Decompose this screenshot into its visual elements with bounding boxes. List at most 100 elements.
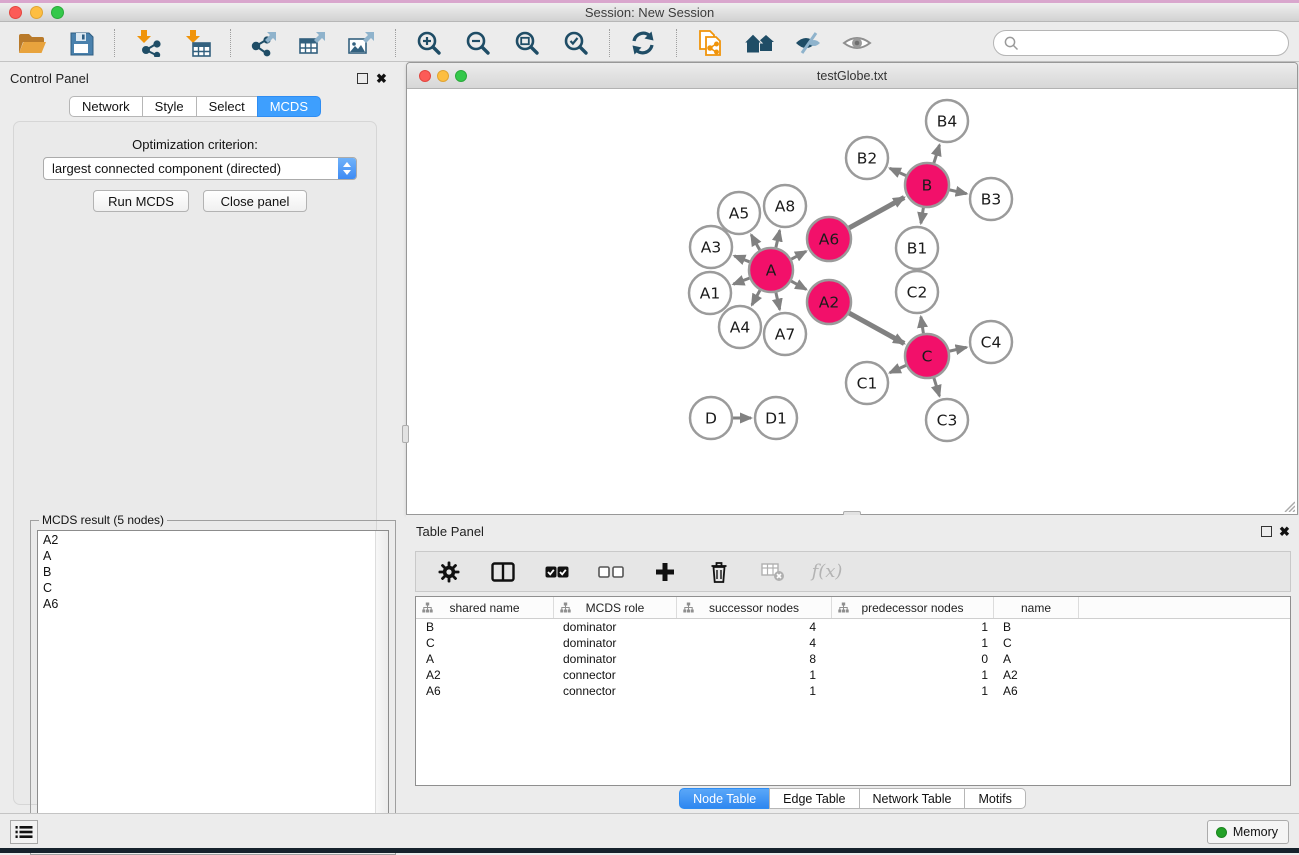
mcds-result-item[interactable]: A2 — [43, 532, 388, 548]
graph-edge-A2-C[interactable] — [849, 313, 904, 343]
column-header-predecessor-nodes[interactable]: predecessor nodes — [831, 597, 993, 618]
function-builder-button[interactable]: f(x) — [812, 557, 842, 587]
table-cell[interactable]: A — [416, 651, 553, 667]
mcds-result-item[interactable]: A — [43, 548, 388, 564]
table-cell[interactable]: 4 — [676, 619, 831, 635]
zoom-selected-button[interactable] — [556, 27, 596, 59]
column-header-MCDS-role[interactable]: MCDS role — [553, 597, 676, 618]
graph-edge-A-A7[interactable] — [776, 293, 780, 310]
tab-mcds[interactable]: MCDS — [257, 96, 321, 117]
graph-edge-C-C3[interactable] — [934, 378, 940, 396]
zoom-out-button[interactable] — [458, 27, 498, 59]
graph-edge-C-C2[interactable] — [921, 317, 924, 334]
import-network-button[interactable] — [128, 27, 168, 59]
table-cell[interactable]: B — [993, 619, 1078, 635]
column-header-name[interactable]: name — [993, 597, 1078, 618]
graph-edge-A-A8[interactable] — [776, 230, 780, 247]
zoom-in-button[interactable] — [409, 27, 449, 59]
optimization-criterion-select[interactable]: largest connected component (directed) — [43, 157, 357, 180]
table-cell[interactable]: dominator — [553, 619, 676, 635]
export-table-button[interactable] — [293, 27, 333, 59]
table-cell[interactable]: dominator — [553, 635, 676, 651]
graph-edge-B-B3[interactable] — [950, 190, 967, 194]
mcds-result-item[interactable]: B — [43, 564, 388, 580]
refresh-view-button[interactable] — [623, 27, 663, 59]
table-cell[interactable]: 1 — [831, 683, 993, 699]
graph-edge-C-C1[interactable] — [890, 365, 906, 372]
duplicate-network-button[interactable] — [690, 27, 730, 59]
table-settings-button[interactable] — [434, 557, 464, 587]
graph-edge-A-A5[interactable] — [751, 235, 760, 250]
graph-edge-B-B1[interactable] — [921, 208, 924, 224]
table-cell[interactable]: 0 — [831, 651, 993, 667]
table-cell[interactable]: A — [993, 651, 1078, 667]
add-column-button[interactable] — [650, 557, 680, 587]
table-cell[interactable]: connector — [553, 667, 676, 683]
close-panel-button[interactable]: Close panel — [203, 190, 307, 212]
tab-select[interactable]: Select — [196, 96, 258, 117]
table-cell[interactable]: C — [416, 635, 553, 651]
graph-edge-A-A1[interactable] — [733, 278, 749, 284]
hide-graphics-button[interactable] — [837, 27, 877, 59]
graph-edge-A-A6[interactable] — [791, 251, 806, 259]
table-cell[interactable]: C — [993, 635, 1078, 651]
delete-table-button[interactable] — [758, 557, 788, 587]
table-cell[interactable]: 8 — [676, 651, 831, 667]
zoom-fit-button[interactable] — [507, 27, 547, 59]
select-all-columns-button[interactable] — [542, 557, 572, 587]
run-mcds-button[interactable]: Run MCDS — [93, 190, 189, 212]
column-header-successor-nodes[interactable]: successor nodes — [676, 597, 831, 618]
tab-node-table[interactable]: Node Table — [679, 788, 770, 809]
graph-edge-A-A4[interactable] — [752, 290, 760, 305]
close-panel-icon[interactable]: ✖ — [376, 73, 387, 84]
table-cell[interactable]: 4 — [676, 635, 831, 651]
float-table-panel-icon[interactable] — [1261, 526, 1272, 537]
table-cell[interactable]: A6 — [993, 683, 1078, 699]
graph-edge-A6-B[interactable] — [849, 198, 904, 228]
tab-edge-table[interactable]: Edge Table — [769, 788, 859, 809]
memory-button[interactable]: Memory — [1207, 820, 1289, 844]
mcds-result-item[interactable]: C — [43, 580, 388, 596]
table-cell[interactable]: 1 — [831, 619, 993, 635]
resize-grip-icon[interactable] — [1281, 498, 1295, 512]
save-session-button[interactable] — [61, 27, 101, 59]
graph-edge-A-A2[interactable] — [791, 281, 806, 289]
graph-edge-B-B4[interactable] — [934, 145, 940, 163]
table-cell[interactable]: 1 — [676, 683, 831, 699]
graph-edge-A-A3[interactable] — [734, 256, 749, 262]
float-panel-icon[interactable] — [357, 73, 368, 84]
vertical-splitter-handle[interactable] — [402, 425, 409, 443]
tab-network-table[interactable]: Network Table — [859, 788, 966, 809]
table-cell[interactable]: dominator — [553, 651, 676, 667]
network-canvas[interactable]: AA1A2A3A4A5A6A7A8BB1B2B3B4CC1C2C3C4DD1 — [407, 90, 1297, 514]
home-button[interactable] — [739, 27, 779, 59]
search-input[interactable] — [1025, 36, 1278, 51]
graph-edge-B-B2[interactable] — [890, 168, 906, 175]
delete-columns-button[interactable] — [704, 557, 734, 587]
table-cell[interactable]: A2 — [416, 667, 553, 683]
table-cell[interactable]: A2 — [993, 667, 1078, 683]
table-cell[interactable]: 1 — [831, 635, 993, 651]
result-list-scrollbar[interactable] — [375, 531, 388, 845]
tab-motifs[interactable]: Motifs — [964, 788, 1025, 809]
tab-style[interactable]: Style — [142, 96, 197, 117]
unselect-all-columns-button[interactable] — [596, 557, 626, 587]
split-panel-button[interactable] — [488, 557, 518, 587]
tab-network[interactable]: Network — [69, 96, 143, 117]
column-header-shared-name[interactable]: shared name — [416, 597, 553, 618]
open-file-button[interactable] — [12, 27, 52, 59]
export-image-button[interactable] — [342, 27, 382, 59]
show-graphics-details-button[interactable] — [788, 27, 828, 59]
graph-edge-C-C4[interactable] — [950, 347, 967, 351]
task-history-button[interactable] — [10, 820, 38, 844]
table-cell[interactable]: connector — [553, 683, 676, 699]
import-table-button[interactable] — [177, 27, 217, 59]
table-cell[interactable]: 1 — [831, 667, 993, 683]
table-cell[interactable]: 1 — [676, 667, 831, 683]
export-network-button[interactable] — [244, 27, 284, 59]
table-cell[interactable]: B — [416, 619, 553, 635]
table-cell[interactable]: A6 — [416, 683, 553, 699]
mcds-result-item[interactable]: A6 — [43, 596, 388, 612]
close-table-panel-icon[interactable]: ✖ — [1279, 526, 1290, 537]
network-window-titlebar[interactable]: testGlobe.txt — [407, 63, 1297, 89]
